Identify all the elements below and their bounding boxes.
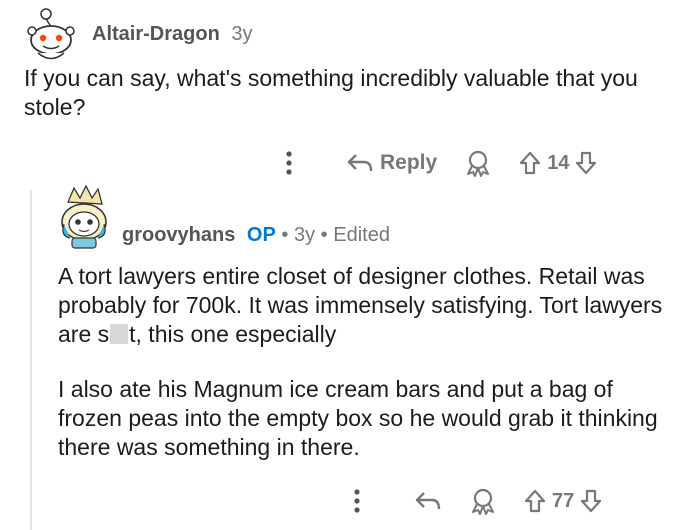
- username[interactable]: groovyhans: [122, 224, 235, 246]
- reply-button[interactable]: Reply: [346, 151, 437, 175]
- more-options-button[interactable]: [284, 150, 294, 176]
- dots-vertical-icon: [286, 151, 292, 175]
- edited-label: Edited: [333, 224, 390, 246]
- dots-vertical-icon: [354, 489, 360, 513]
- more-options-button[interactable]: [352, 488, 362, 514]
- upvote-icon[interactable]: [524, 489, 546, 513]
- vote-count: 14: [547, 151, 570, 174]
- vote-controls: 77: [524, 489, 602, 513]
- avatar[interactable]: [56, 184, 112, 250]
- separator: •: [281, 224, 289, 246]
- avatar[interactable]: [22, 6, 80, 64]
- reply-button[interactable]: [414, 490, 442, 512]
- paragraph-text: t, this one especially: [129, 321, 337, 347]
- downvote-icon[interactable]: [575, 151, 597, 175]
- comment-header: groovyhans OP • 3y • Edited: [122, 224, 390, 247]
- op-badge: OP: [246, 224, 276, 246]
- upvote-icon[interactable]: [519, 151, 541, 175]
- comment-actions: Reply 14: [284, 146, 597, 180]
- downvote-icon[interactable]: [580, 489, 602, 513]
- comment-body: A tort lawyers entire closet of designer…: [58, 262, 678, 488]
- snoo-avatar-icon: [61, 184, 107, 249]
- thread-line[interactable]: [30, 190, 32, 530]
- comment-actions: 77: [352, 484, 602, 518]
- reply-arrow-icon: [415, 492, 441, 510]
- censor-block: [110, 324, 129, 344]
- reply-arrow-icon: [347, 154, 373, 172]
- paragraph: A tort lawyers entire closet of designer…: [58, 262, 678, 349]
- comment-header: Altair-Dragon 3y: [92, 23, 252, 46]
- timestamp: 3y: [231, 23, 253, 45]
- award-button[interactable]: [463, 148, 493, 178]
- vote-count: 77: [552, 489, 575, 512]
- award-icon: [467, 150, 490, 177]
- vote-controls: 14: [519, 151, 597, 175]
- award-icon: [472, 488, 494, 515]
- snoo-avatar-icon: [27, 8, 75, 60]
- timestamp: 3y: [293, 224, 316, 246]
- comment-body: If you can say, what's something incredi…: [24, 65, 638, 120]
- paragraph: I also ate his Magnum ice cream bars and…: [58, 376, 658, 460]
- separator: •: [320, 224, 328, 246]
- reply-label: Reply: [380, 151, 438, 174]
- username[interactable]: Altair-Dragon: [92, 23, 220, 45]
- award-button[interactable]: [468, 486, 498, 516]
